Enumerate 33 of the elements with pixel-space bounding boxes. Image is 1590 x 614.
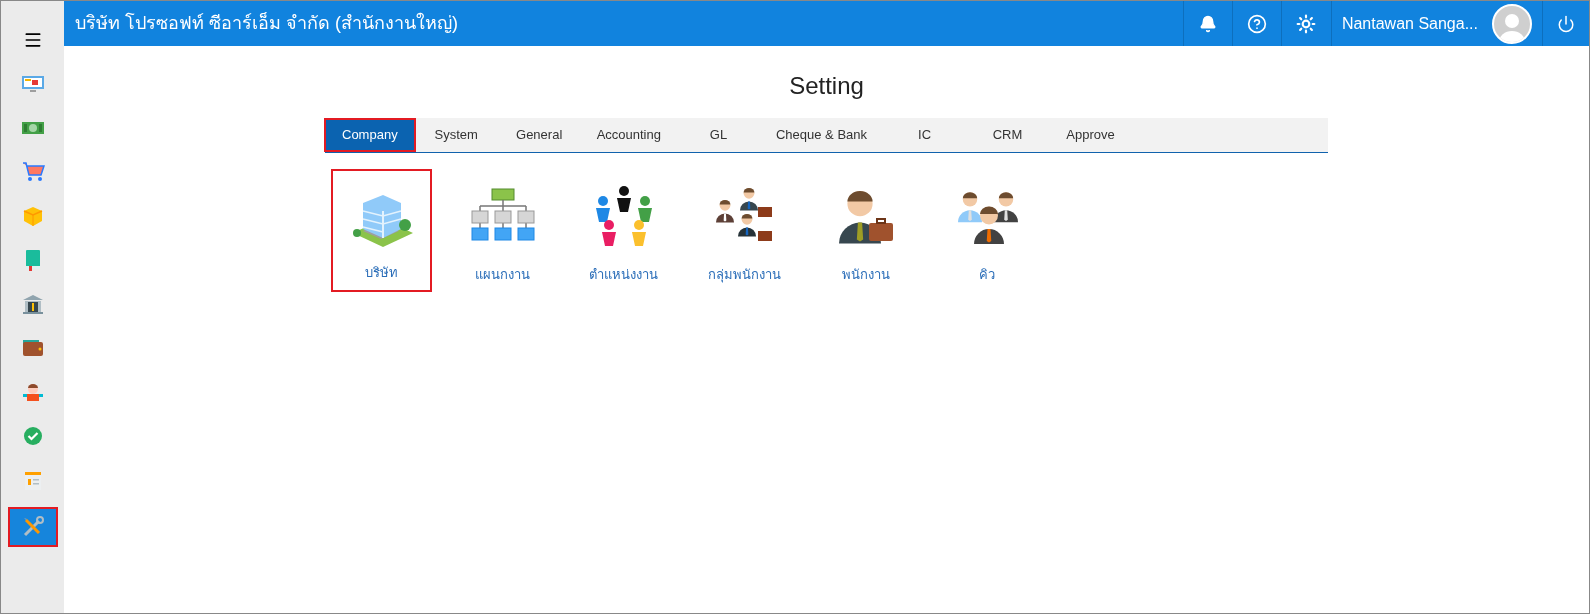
book-icon: [23, 249, 42, 271]
box-icon: [21, 205, 44, 227]
banknote-icon: [20, 119, 45, 137]
settings-tile[interactable]: แผนกงาน: [452, 169, 553, 292]
avatar-icon: [1492, 3, 1532, 44]
monitor-icon: [20, 74, 45, 94]
settings-tile[interactable]: ตำแหน่งงาน: [573, 169, 674, 292]
help-icon: [1246, 13, 1267, 34]
company-title: บริษัท โปรซอฟท์ ซีอาร์เอ็ม จำกัด (สำนักงานใหญ่): [74, 11, 459, 35]
settings-tile[interactable]: พนักงาน: [815, 169, 916, 292]
tab[interactable]: Company: [324, 118, 416, 152]
tab[interactable]: Accounting: [580, 118, 677, 152]
tab[interactable]: Cheque & Bank: [759, 118, 884, 152]
people-icon: [20, 382, 45, 402]
settings-icon: [1296, 13, 1317, 34]
settings-tile[interactable]: คิว: [936, 169, 1037, 292]
tab[interactable]: Approve: [1049, 118, 1133, 152]
tab[interactable]: System: [414, 118, 498, 152]
tab[interactable]: CRM: [966, 118, 1050, 152]
settings-tile[interactable]: กลุ่มพนักงาน: [694, 169, 795, 292]
tab[interactable]: IC: [883, 118, 967, 152]
wallet-icon: [21, 338, 44, 358]
cart-icon: [20, 161, 45, 183]
page-title: Setting: [789, 71, 864, 101]
tab[interactable]: General: [497, 118, 581, 152]
user-name: Nantawan Sanga...: [1341, 13, 1478, 34]
invoice-icon: [22, 469, 43, 491]
bank-icon: [21, 293, 44, 315]
settings-tile[interactable]: บริษัท: [331, 169, 432, 292]
check-circle-icon: [22, 426, 43, 446]
tab[interactable]: GL: [676, 118, 760, 152]
power-icon: [1557, 14, 1575, 33]
bell-icon: [1198, 14, 1217, 33]
